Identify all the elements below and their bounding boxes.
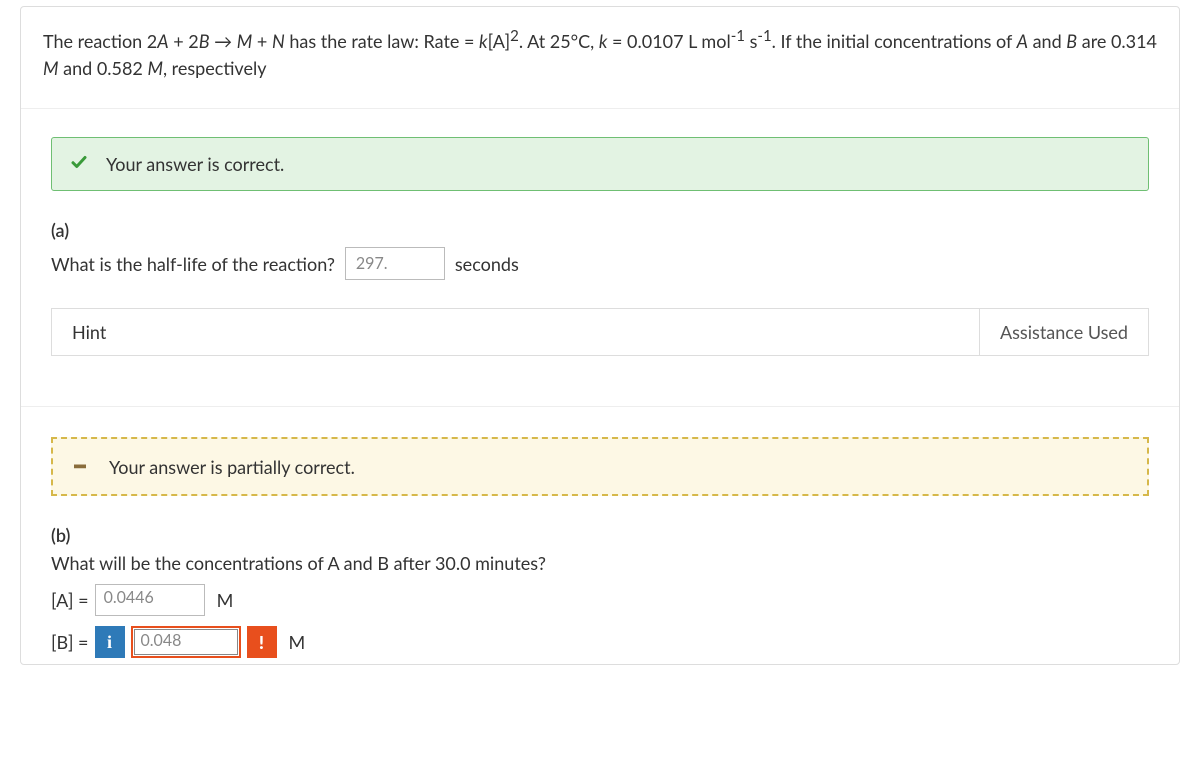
part-a-label: (a) <box>51 219 1149 241</box>
feedback-partial-text: Your answer is partially correct. <box>109 456 355 478</box>
hint-bar: Hint Assistance Used <box>51 308 1149 356</box>
part-b-section: Your answer is partially correct. (b) Wh… <box>21 406 1179 658</box>
error-icon: ! <box>247 626 277 658</box>
feedback-correct-text: Your answer is correct. <box>106 153 284 175</box>
question-text: The reaction 2A + 2B → M + N has the rat… <box>21 7 1179 102</box>
feedback-partial-banner: Your answer is partially correct. <box>51 437 1149 496</box>
part-b-prompt-text: What will be the concentrations of A and… <box>51 552 546 574</box>
part-b-label: (b) <box>51 524 1149 546</box>
q-text: The reaction 2A + 2B → M + N has the rat… <box>43 30 1157 79</box>
conc-a-unit: M <box>217 589 234 611</box>
hint-button[interactable]: Hint <box>52 309 126 355</box>
feedback-correct-banner: Your answer is correct. <box>51 137 1149 191</box>
minus-icon <box>71 453 89 480</box>
assistance-used-button[interactable]: Assistance Used <box>979 309 1148 355</box>
part-b-prompt: What will be the concentrations of A and… <box>51 552 1149 574</box>
conc-a-input[interactable]: 0.0446 <box>95 584 205 616</box>
conc-b-label: [B] = <box>51 631 89 653</box>
conc-b-unit: M <box>289 631 306 653</box>
part-a-prompt-row: What is the half-life of the reaction? 2… <box>51 247 1149 280</box>
concentration-b-row: [B] = i 0.048 ! M <box>51 626 1149 658</box>
conc-b-input[interactable]: 0.048 <box>131 626 241 658</box>
conc-a-label: [A] = <box>51 589 89 611</box>
concentration-a-row: [A] = 0.0446 M <box>51 584 1149 616</box>
part-a-prompt: What is the half-life of the reaction? <box>51 253 335 275</box>
part-a-answer-input[interactable]: 297. <box>345 247 445 280</box>
part-a-section: Your answer is correct. (a) What is the … <box>21 109 1179 376</box>
question-card: The reaction 2A + 2B → M + N has the rat… <box>20 6 1180 665</box>
part-a-unit: seconds <box>455 253 519 275</box>
info-icon[interactable]: i <box>95 626 125 658</box>
check-icon <box>70 152 88 176</box>
